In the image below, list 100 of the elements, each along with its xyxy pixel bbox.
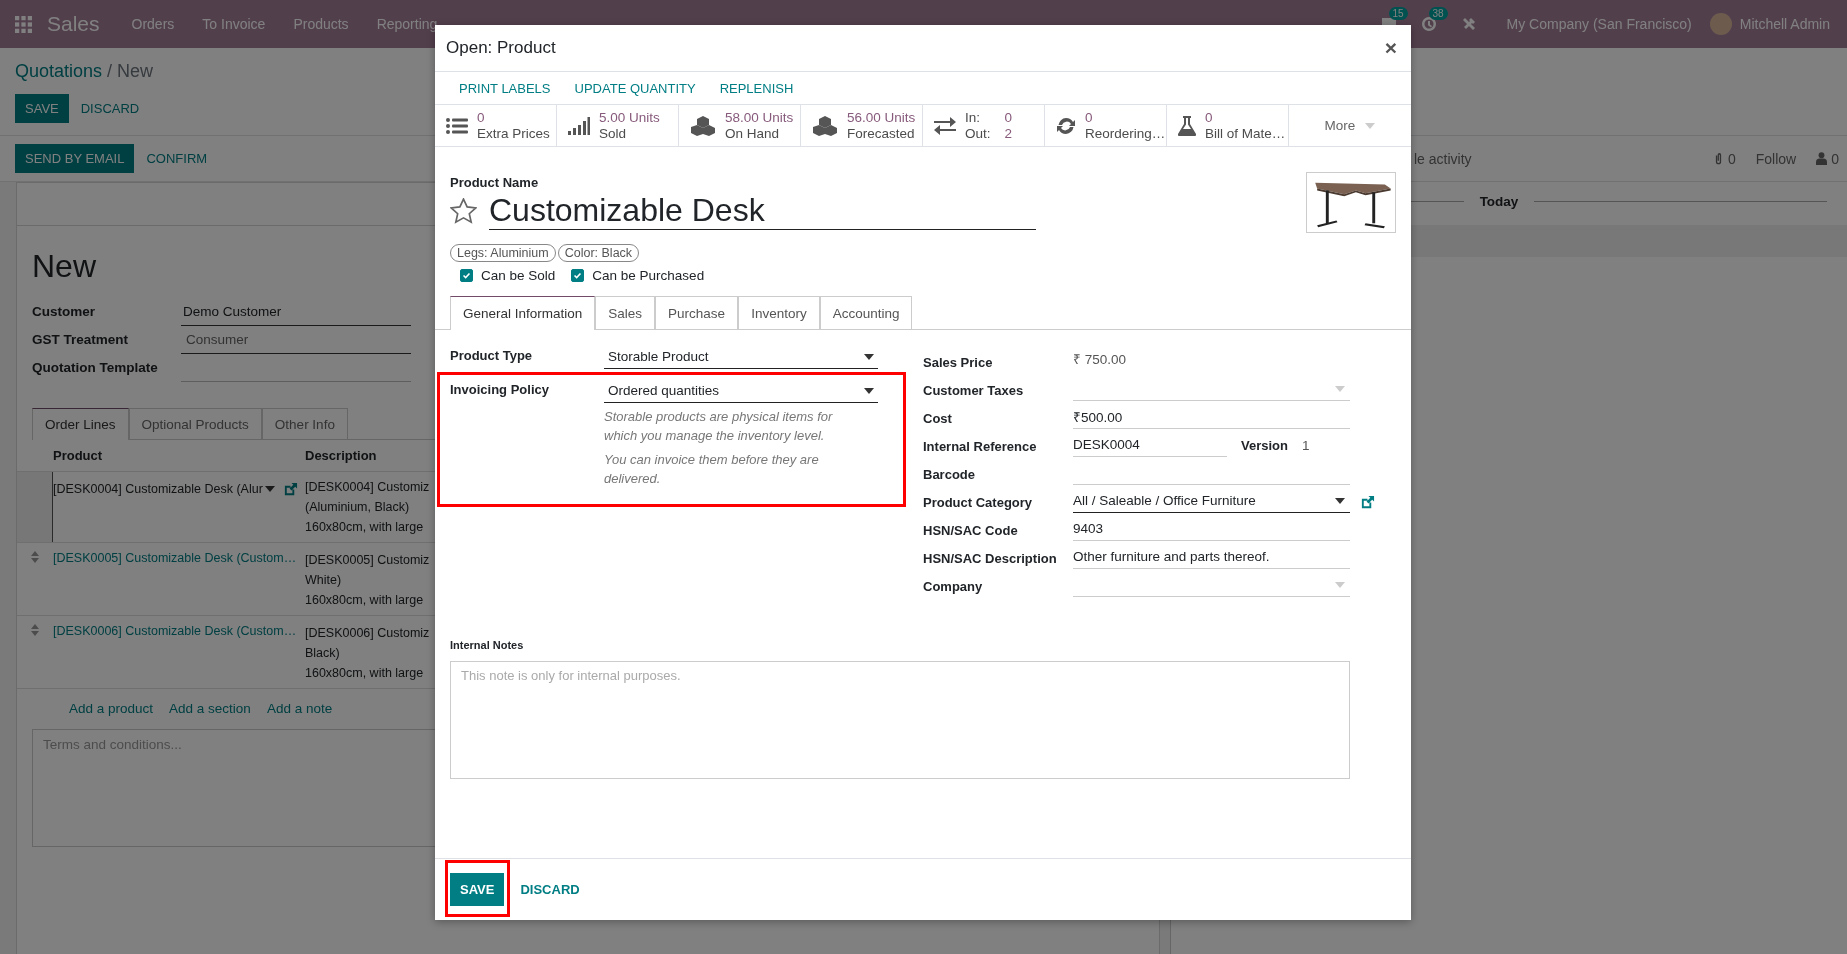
menu-item[interactable]: Orders [117,16,189,32]
description-cell-text: 160x80cm, with large [305,665,425,682]
help-text: You can invoice them before they are delivered. [604,451,820,488]
breadcrumb-link[interactable]: Quotations [15,61,103,82]
field-label: HSN/SAC Code [923,521,1019,538]
save-button[interactable]: SAVE [450,873,505,906]
external-link-icon[interactable] [1360,494,1375,510]
tab[interactable]: Accounting [819,296,913,330]
drag-handle-icon[interactable] [31,624,39,636]
tab[interactable]: Order Lines [32,408,129,440]
description-cell-text: White) [305,572,343,589]
input-field[interactable]: Other furniture and parts thereof. [1073,545,1350,569]
input-field[interactable]: Consumer [181,332,411,354]
tab[interactable]: Purchase [655,296,739,330]
field-label: Version [1241,437,1288,453]
send-email-button[interactable]: SEND BY EMAIL [15,144,135,173]
field-label: Cost [923,409,953,426]
caret-icon [1335,497,1345,504]
field-label: GST Treatment [32,332,130,349]
add-line-link[interactable]: Add a note [266,701,333,716]
cubes-icon [690,115,716,136]
save-button[interactable]: SAVE [15,94,69,123]
field-label: Product Name [450,175,540,190]
select-field[interactable]: Ordered quantities [604,379,878,403]
caret-icon [1335,581,1345,588]
description-cell-text: [DESK0005] Customiz [305,552,431,569]
field-label: Barcode [923,465,977,482]
company-switcher[interactable]: My Company (San Francisco) [1488,16,1710,32]
external-link-icon[interactable] [282,482,298,497]
column-header[interactable]: Description [305,448,435,463]
tab[interactable]: General Information [450,296,596,330]
stat-button[interactable]: 0 Extra Prices [435,105,557,146]
app-name[interactable]: Sales [47,12,100,36]
product-cell[interactable]: [DESK0004] Customizable Desk (Alur [53,482,263,496]
checkbox-label: Can be Purchased [592,268,705,283]
discard-button[interactable]: DISCARD [70,94,150,123]
breadcrumb-current: New [117,61,154,82]
add-line-link[interactable]: Add a product [69,701,154,716]
drag-handle-icon[interactable] [31,551,39,563]
select-field[interactable]: Storable Product [604,345,878,369]
description-cell-text: 160x80cm, with large [305,592,425,609]
add-line-link[interactable]: Add a section [169,701,251,716]
confirm-button[interactable]: CONFIRM [136,144,218,173]
input-field[interactable]: DESK0004 [1073,433,1227,457]
user-avatar[interactable] [1709,13,1732,35]
tab[interactable]: Optional Products [128,408,262,440]
caret-icon [264,486,275,492]
field-label: Internal Reference [923,437,1038,454]
active-row-marker [17,472,53,542]
tab[interactable]: Other Info [261,408,348,440]
input-field[interactable]: ₹500.00 [1073,405,1350,429]
clock-icon[interactable] [1420,16,1437,32]
column-header[interactable]: Product [53,448,305,463]
attachments-button[interactable]: 0 [1712,150,1736,167]
product-cell: [DESK0005] Customizable Desk (Custom… [53,551,297,565]
action-button[interactable]: REPLENISH [710,76,803,100]
field-label: Quotation Template [32,360,159,377]
product-cell: [DESK0006] Customizable Desk (Custom… [53,624,297,638]
record-title: New [32,248,96,285]
input-field[interactable]: Demo Customer [181,304,411,326]
menu-item[interactable]: Reporting [362,16,452,32]
caret-icon [864,353,874,360]
description-cell-text: (Aluminium, Black) [305,499,411,516]
follow-button[interactable]: Follow [1755,150,1797,167]
field-label: Product Type [450,347,534,365]
transfer-arrows-icon [934,116,956,135]
checkbox-label: Can be Sold [481,268,556,283]
description-cell-text: [DESK0004] Customiz [305,479,431,496]
discard-button[interactable]: DISCARD [510,873,590,906]
followers-button[interactable]: 0 [1816,150,1839,167]
description-cell-text: Black) [305,645,341,662]
select-field[interactable]: All / Saleable / Office Furniture [1073,489,1350,513]
flask-icon [1178,115,1196,136]
close-button[interactable]: × [1380,36,1401,60]
checkbox[interactable] [460,269,473,282]
field-label: Sales Price [923,353,994,370]
schedule-activity-link[interactable]: le activity [1414,150,1472,167]
cubes-icon [812,115,838,136]
field-label: HSN/SAC Description [923,549,1058,566]
caret-icon [1365,122,1376,129]
user-menu[interactable]: Mitchell Admin [1739,16,1830,32]
field-value: 1 [1301,437,1310,453]
list-icon [446,116,468,135]
notes-field[interactable]: This note is only for internal purposes. [450,661,1350,779]
input-field[interactable]: 9403 [1073,517,1350,541]
count-badge: 38 [1428,7,1448,20]
tab[interactable]: Sales [595,296,656,330]
description-cell-text: [DESK0006] Customiz [305,625,431,642]
action-button[interactable]: UPDATE QUANTITY [565,76,705,100]
menu-item[interactable]: Products [279,16,363,32]
tab[interactable]: Inventory [738,296,820,330]
apps-menu-icon[interactable] [15,15,32,33]
signal-bars-icon [568,116,590,135]
star-icon[interactable] [450,198,477,224]
refresh-icon [1056,115,1076,136]
user-icon [1816,152,1828,165]
menu-item[interactable]: To Invoice [188,16,280,32]
product-name-field[interactable]: Customizable Desk [489,192,1036,230]
checkbox[interactable] [571,269,585,282]
action-button[interactable]: PRINT LABELS [450,76,560,100]
